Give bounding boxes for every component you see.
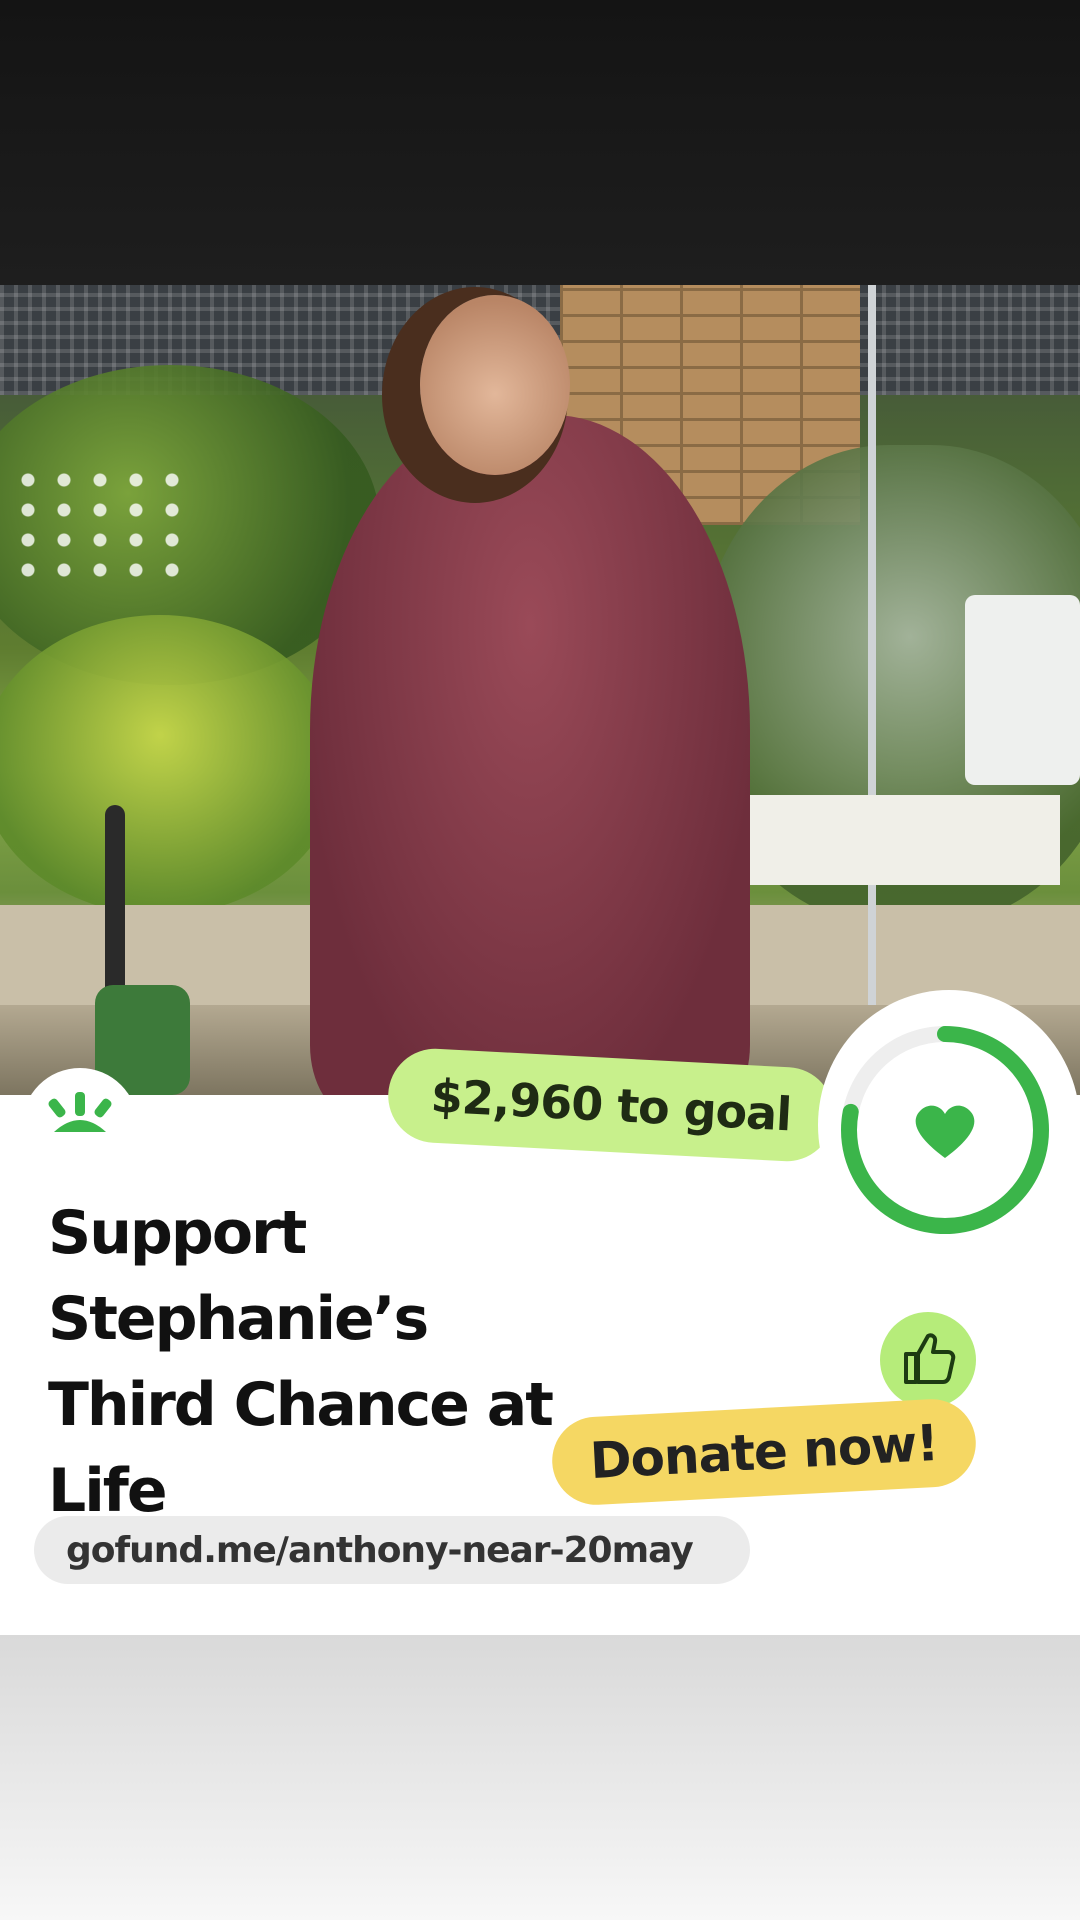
campaign-url-link[interactable]: gofund.me/anthony-near-20may	[34, 1516, 750, 1584]
photo-iv-pole	[868, 285, 876, 1005]
heart-icon	[915, 1105, 975, 1158]
campaign-photo	[0, 285, 1080, 1095]
photo-foliage	[0, 615, 340, 915]
photo-person-head	[420, 295, 570, 475]
bottom-gradient	[0, 1635, 1080, 1920]
photo-person	[310, 415, 750, 1095]
gofundme-logo-icon	[48, 1092, 112, 1132]
donate-now-label: Donate now!	[588, 1413, 940, 1491]
thumbs-up-icon	[904, 1333, 956, 1384]
progress-ring	[818, 990, 1080, 1260]
top-black-bar	[0, 0, 1080, 285]
photo-infusion-pump	[965, 595, 1080, 785]
photo-flowers	[10, 465, 190, 585]
goal-remaining-text: $2,960 to goal	[429, 1068, 793, 1142]
title-line-1: Support Stephanie’s	[48, 1198, 429, 1354]
thumbs-up-button[interactable]	[880, 1312, 976, 1408]
campaign-url-text: gofund.me/anthony-near-20may	[66, 1529, 694, 1571]
